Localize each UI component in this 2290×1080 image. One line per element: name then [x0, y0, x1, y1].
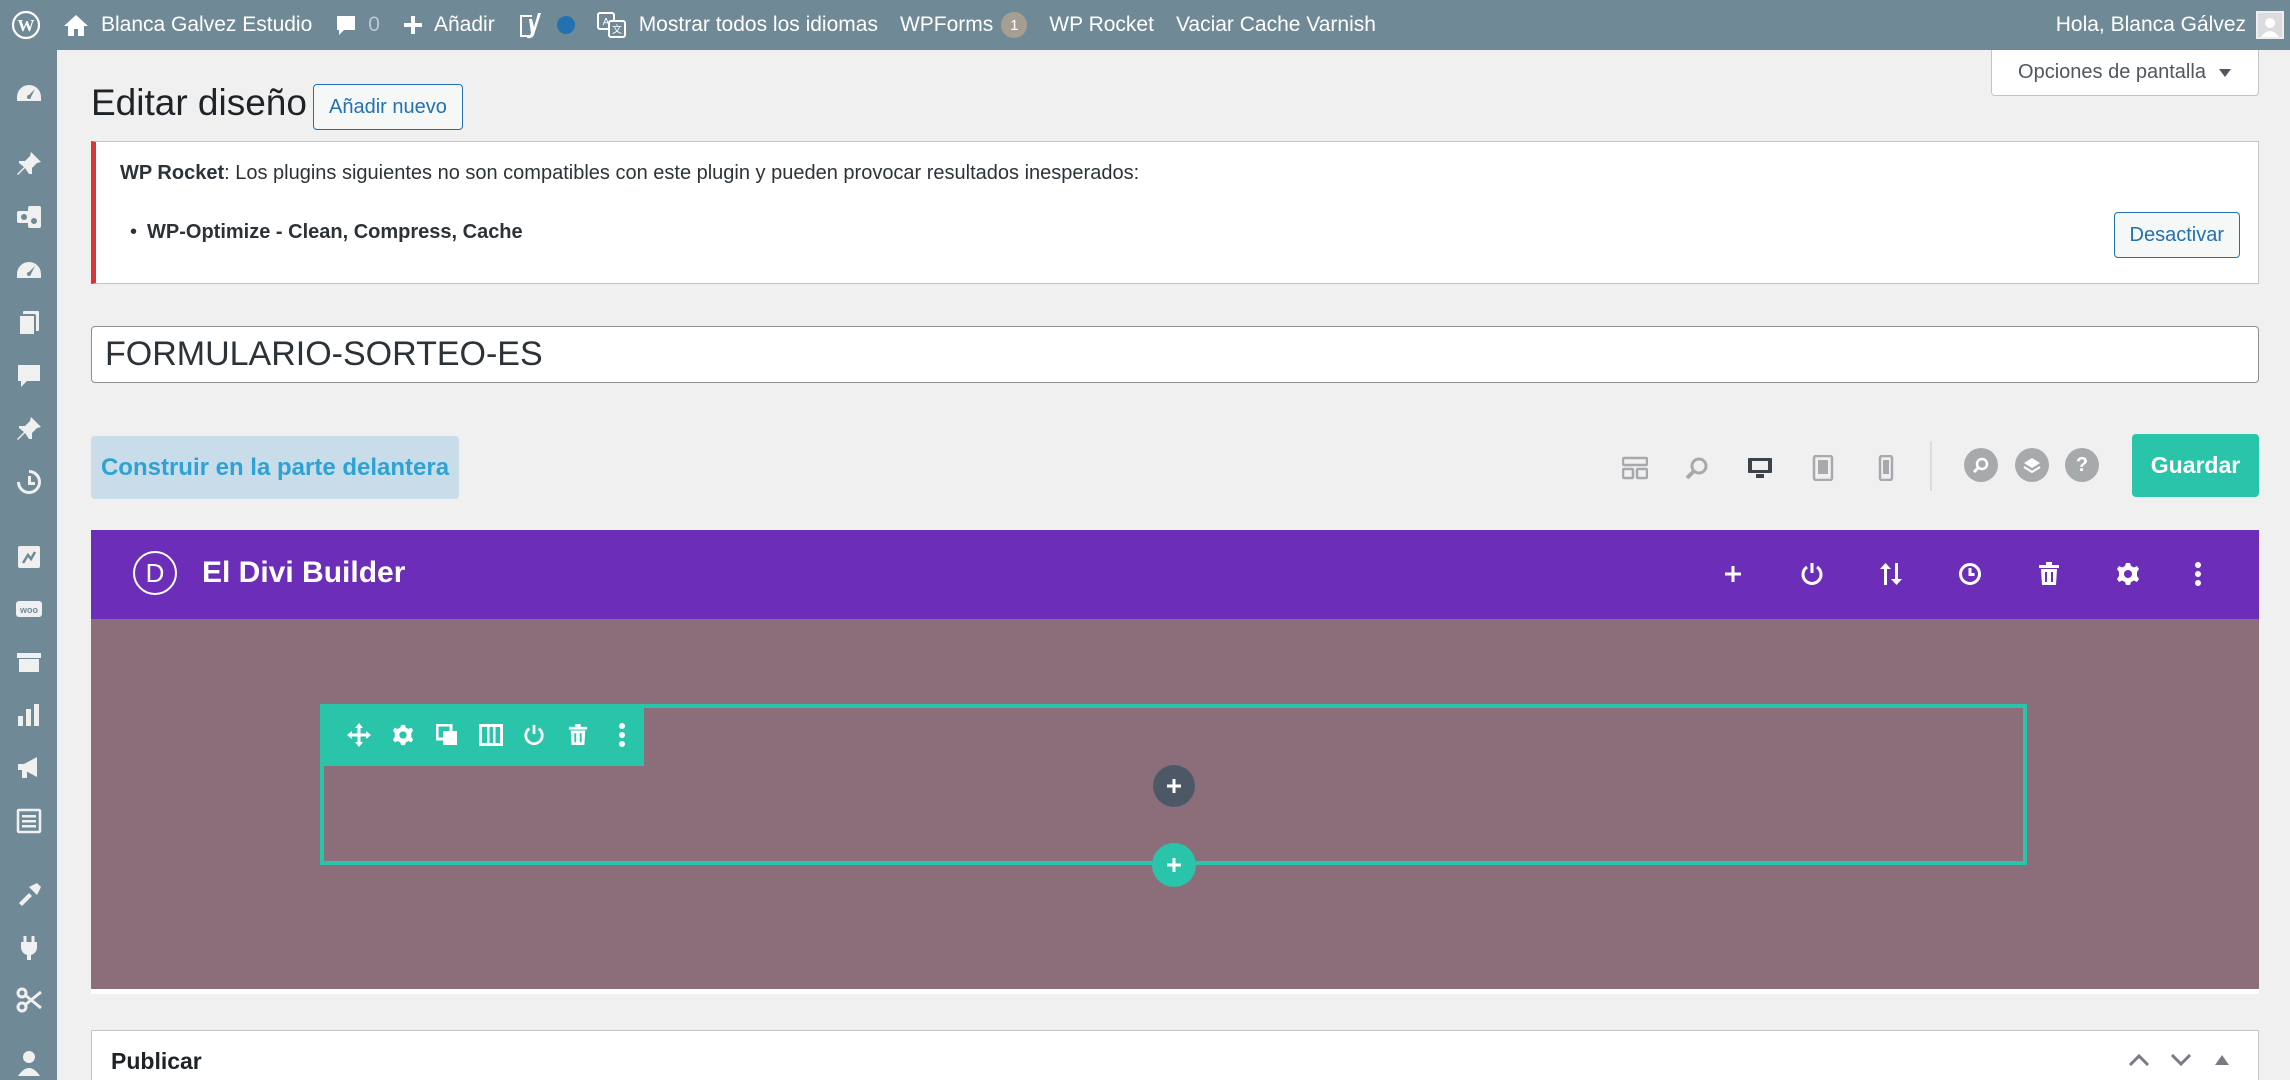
move-icon[interactable] [337, 713, 381, 757]
wireframe-view-icon[interactable] [1613, 446, 1657, 490]
user-silhouette-icon [2261, 18, 2279, 37]
menu-analytics-icon[interactable] [0, 693, 57, 737]
svg-text:文: 文 [612, 23, 622, 36]
deactivate-button[interactable]: Desactivar [2113, 212, 2240, 258]
add-new-label: Añadir [433, 13, 495, 36]
wp-rocket-menu[interactable]: WP Rocket [1038, 0, 1165, 50]
row-trash-icon[interactable] [556, 713, 600, 757]
avatar [2256, 11, 2284, 39]
notice-message: WP Rocket: Los plugins siguientes no son… [120, 162, 1139, 185]
languages-label: Mostrar todos los idiomas [638, 13, 878, 36]
menu-archive-icon[interactable] [0, 640, 57, 684]
wpforms-menu[interactable]: WPForms 1 [889, 0, 1038, 50]
comment-bubble-icon [337, 16, 356, 35]
menu-pages-icon[interactable] [0, 301, 57, 345]
menu-history-icon[interactable] [0, 460, 57, 504]
home-icon [64, 15, 88, 36]
search-icon[interactable] [1964, 448, 1998, 482]
screen-options-button[interactable]: Opciones de pantalla [1991, 50, 2259, 96]
yoast-icon [519, 13, 541, 39]
menu-pin2-icon[interactable] [0, 407, 57, 451]
toolbar-divider [1930, 441, 1932, 491]
comments-count: 0 [368, 13, 380, 36]
notice-text: : Los plugins siguientes no son compatib… [224, 162, 1140, 184]
row-power-icon[interactable] [512, 713, 556, 757]
sort-icon[interactable] [1869, 552, 1913, 596]
settings-gear-icon[interactable] [2106, 552, 2150, 596]
varnish-label: Vaciar Cache Varnish [1175, 13, 1376, 36]
add-section-icon[interactable] [1711, 552, 1755, 596]
page-title: Editar diseño [91, 82, 307, 123]
greeting: Hola, Blanca Gálvez [2055, 13, 2246, 36]
svg-text:W: W [18, 16, 35, 35]
menu-pin-icon[interactable] [0, 142, 57, 186]
duplicate-icon[interactable] [425, 713, 469, 757]
admin-menu: woo [0, 50, 57, 1080]
post-title-input[interactable]: FORMULARIO-SORTEO-ES [91, 326, 2259, 383]
columns-icon[interactable] [469, 713, 513, 757]
wpforms-count-badge: 1 [1001, 12, 1028, 38]
move-up-icon[interactable] [2124, 1045, 2154, 1075]
plus-icon [403, 16, 422, 34]
row-more-icon[interactable] [600, 713, 644, 757]
add-new-menu[interactable]: Añadir [391, 0, 506, 50]
trash-icon[interactable] [2027, 552, 2071, 596]
menu-users-icon[interactable] [0, 1040, 57, 1080]
wordpress-logo-icon[interactable]: W [0, 0, 52, 50]
site-name: Blanca Galvez Estudio [101, 13, 313, 36]
menu-comments-icon[interactable] [0, 354, 57, 398]
add-new-button[interactable]: Añadir nuevo [313, 84, 463, 130]
screen-options-label: Opciones de pantalla [2018, 61, 2206, 83]
site-name-link[interactable]: Blanca Galvez Estudio [52, 0, 323, 50]
zoom-view-icon[interactable] [1675, 446, 1719, 490]
menu-megaphone-icon[interactable] [0, 746, 57, 790]
account-menu[interactable]: Hola, Blanca Gálvez [2045, 0, 2290, 50]
add-row-icon[interactable] [1152, 843, 1196, 887]
add-module-icon[interactable] [1153, 765, 1195, 807]
history-icon[interactable] [1948, 552, 1992, 596]
plugin-conflict-notice: WP Rocket: Los plugins siguientes no son… [91, 141, 2259, 284]
row-settings-icon[interactable] [381, 713, 425, 757]
menu-forms-icon[interactable] [0, 799, 57, 843]
yoast-menu[interactable] [506, 0, 586, 50]
help-button[interactable]: ? [2065, 448, 2099, 482]
seo-status-dot [556, 16, 575, 34]
translate-icon: A文 [596, 12, 626, 38]
notice-plugin-name: WP Rocket [120, 162, 225, 184]
tablet-view-icon[interactable] [1801, 446, 1845, 490]
more-options-icon[interactable] [2176, 552, 2220, 596]
save-button[interactable]: Guardar [2132, 434, 2259, 497]
menu-dashboard-icon[interactable] [0, 73, 57, 117]
power-icon[interactable] [1790, 552, 1834, 596]
row-toolbar [320, 704, 644, 766]
wpforms-label: WPForms [899, 13, 994, 36]
divi-logo: D [133, 551, 177, 595]
menu-scissors-icon[interactable] [0, 978, 57, 1022]
svg-text:woo: woo [19, 605, 38, 615]
languages-menu[interactable]: A文 Mostrar todos los idiomas [586, 0, 889, 50]
wp-rocket-label: WP Rocket [1049, 13, 1154, 36]
collapse-toggle-icon[interactable] [2207, 1045, 2237, 1075]
menu-plugins-icon[interactable] [0, 926, 57, 970]
comments-link[interactable]: 0 [323, 0, 391, 50]
admin-bar: W Blanca Galvez Estudio 0 Añadir A文 Most… [0, 0, 2290, 50]
menu-media-icon[interactable] [0, 195, 57, 239]
divi-builder-header: D El Divi Builder [91, 530, 2259, 619]
svg-text:A: A [602, 17, 609, 28]
publish-box: Publicar [91, 1030, 2259, 1080]
build-frontend-button[interactable]: Construir en la parte delantera [91, 436, 459, 499]
varnish-cache-link[interactable]: Vaciar Cache Varnish [1165, 0, 1387, 50]
layers-icon[interactable] [2015, 448, 2049, 482]
desktop-view-icon[interactable] [1738, 446, 1782, 490]
move-down-icon[interactable] [2166, 1045, 2196, 1075]
incompatible-plugin-item: WP-Optimize - Clean, Compress, Cache [130, 221, 523, 244]
menu-woocommerce-icon[interactable]: woo [0, 588, 57, 632]
caret-down-icon [2218, 68, 2231, 77]
divi-builder-title: El Divi Builder [202, 556, 406, 589]
phone-view-icon[interactable] [1864, 446, 1908, 490]
menu-tools-icon[interactable] [0, 535, 57, 579]
menu-gauge-icon[interactable] [0, 250, 57, 294]
publish-title: Publicar [111, 1048, 202, 1074]
menu-appearance-icon[interactable] [0, 873, 57, 917]
